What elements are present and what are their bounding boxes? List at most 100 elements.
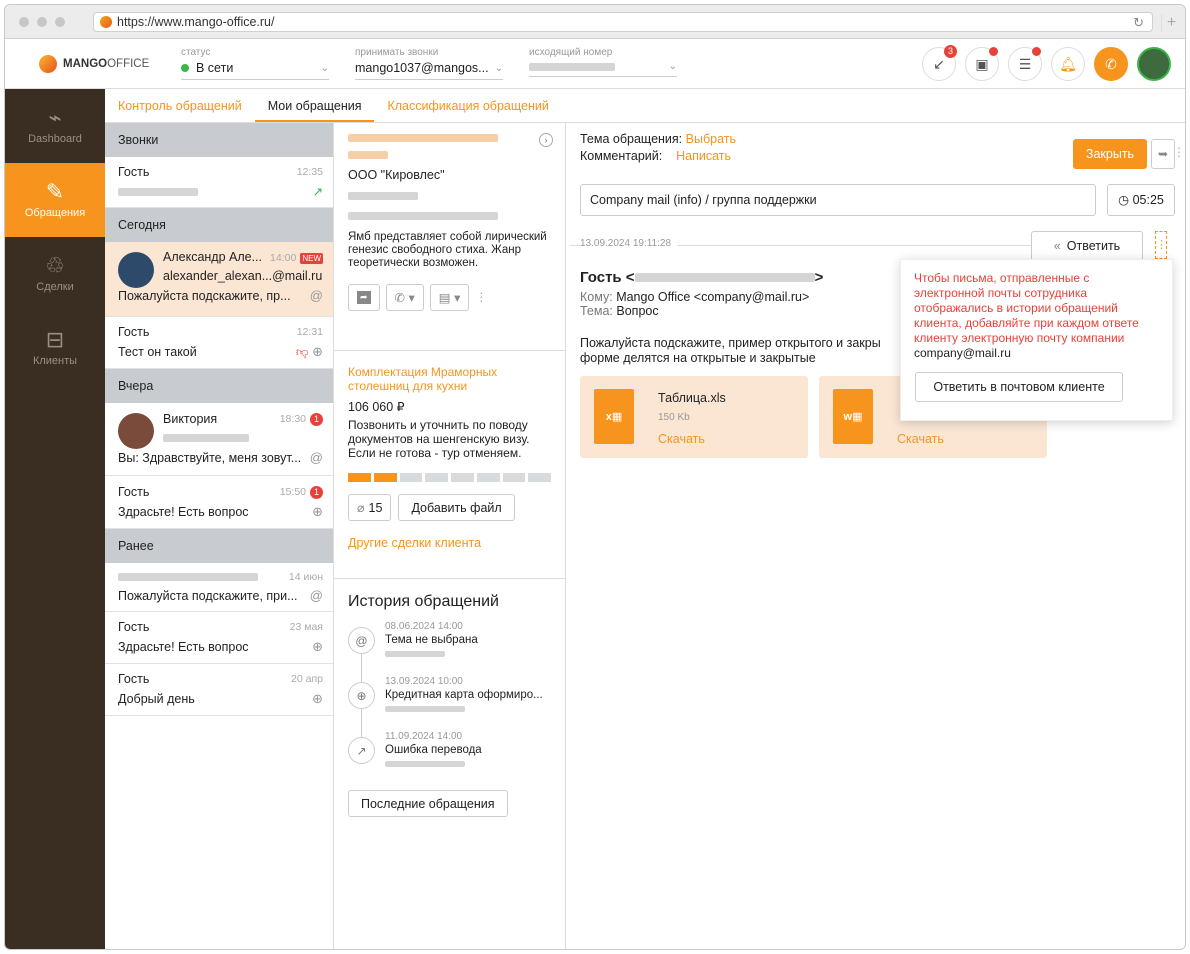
contact-name-blurred[interactable]: [348, 134, 498, 142]
notification-dot: [989, 47, 998, 56]
tooltip-text: Чтобы письма, отправленные с электронной…: [914, 271, 1139, 345]
company-name: ООО "Кировлес": [348, 168, 445, 182]
attachment-card[interactable]: x▦ Таблица.xls 150 Kb Скачать: [580, 376, 808, 458]
contact-description: Ямб представляет собой лирический генези…: [348, 231, 547, 269]
tab-classification[interactable]: Классификация обращений: [374, 89, 561, 122]
progress-step[interactable]: [425, 473, 448, 482]
list-item[interactable]: Гость 20 апр Добрый день ⊕: [105, 664, 333, 716]
more-icon[interactable]: ⋮: [475, 284, 487, 311]
message-more-icon[interactable]: ⋮: [1155, 231, 1167, 259]
timer: ◷ 05:25: [1107, 184, 1175, 216]
forward-button[interactable]: ➥: [1151, 139, 1175, 169]
sidebar-item-clients[interactable]: ⊟ Клиенты: [5, 311, 105, 385]
message-button[interactable]: ▤ ▾: [429, 284, 470, 311]
at-icon: @: [348, 627, 375, 654]
timer-value: 05:25: [1132, 193, 1164, 207]
globe-icon: ⊕: [312, 344, 323, 359]
list-item[interactable]: 14 июн Пожалуйста подскажите, при... @: [105, 563, 333, 612]
address-bar[interactable]: https://www.mango-office.ru/ ↻: [93, 12, 1153, 32]
sidebar-item-requests[interactable]: ✎ Обращения: [5, 163, 105, 237]
comment-write-link[interactable]: Написать: [676, 149, 731, 163]
progress-step[interactable]: [451, 473, 474, 482]
user-avatar[interactable]: [1137, 47, 1171, 81]
progress-step[interactable]: [502, 473, 526, 482]
xls-icon: x▦: [594, 389, 634, 444]
reply-all-icon: «: [1053, 239, 1061, 253]
conversation-detail: Тема обращения: Выбрать Комментарий: Нап…: [566, 123, 1185, 949]
chevron-down-icon: ⌄: [494, 62, 503, 74]
list-item[interactable]: Гость 23 мая Здрасьте! Есть вопрос ⊕: [105, 612, 333, 664]
other-deals-link[interactable]: Другие сделки клиента: [348, 536, 551, 550]
list-item[interactable]: Гость 15:50 1 Здрасьте! Есть вопрос ⊕: [105, 476, 333, 529]
progress-step[interactable]: [373, 473, 397, 482]
chevron-right-icon[interactable]: ›: [539, 133, 553, 147]
reload-icon[interactable]: ↻: [1133, 15, 1144, 31]
phone-blurred: [348, 192, 418, 200]
history-item[interactable]: ↗ 11.09.2024 14:00 Ошибка перевода: [348, 731, 551, 770]
notifications-button[interactable]: 🔔︎: [1051, 47, 1085, 81]
tab-control[interactable]: Контроль обращений: [105, 89, 255, 122]
author-blurred: [385, 761, 465, 767]
list-item[interactable]: Гость 12:35 ↗: [105, 157, 333, 208]
outgoing-number-select[interactable]: исходящий номер ⌄: [529, 47, 677, 77]
item-time: 14:00: [270, 252, 297, 264]
outgoing-call-icon: ↗: [312, 185, 323, 199]
item-name: Гость: [118, 620, 150, 634]
add-file-button[interactable]: Добавить файл: [398, 494, 515, 521]
list-item[interactable]: Гость 12:31 Тест он такой 👎︎ ⊕: [105, 317, 333, 369]
list-item[interactable]: Александр Але... 14:00 NEW alexander_alexa…: [105, 242, 333, 317]
phone-blurred: [118, 187, 198, 196]
history-section: История обращений @ 08.06.2024 14:00 Тема…: [334, 579, 565, 817]
history-item[interactable]: @ 08.06.2024 14:00 Тема не выбрана: [348, 621, 551, 683]
topic-select-link[interactable]: Выбрать: [686, 132, 736, 146]
last-requests-button[interactable]: Последние обращения: [348, 790, 508, 817]
email-blurred: [348, 212, 498, 220]
reply-button[interactable]: « Ответить: [1031, 231, 1143, 261]
conversation-list[interactable]: Звонки Гость 12:35 ↗ Сегодня Александр Ал…: [105, 123, 334, 949]
progress-step[interactable]: [399, 473, 423, 482]
missed-calls-button[interactable]: ↙ 3: [922, 45, 957, 81]
receive-calls-select[interactable]: принимать звонки mango1037@mangos... ⌄: [355, 47, 503, 80]
list-item[interactable]: Виктория 18:30 1 Вы: Здравствуйте, меня зо…: [105, 403, 333, 476]
header-actions: ↙ 3 ▣ ☰ 🔔︎ ✆: [922, 45, 1171, 81]
download-link[interactable]: Скачать: [897, 432, 944, 446]
deal-title[interactable]: Комплектация Мраморных столешниц для кух…: [348, 365, 551, 393]
item-name: Гость: [118, 325, 150, 339]
close-button[interactable]: Закрыть: [1073, 139, 1147, 169]
share-button[interactable]: ➦: [348, 284, 380, 311]
progress-step[interactable]: [528, 473, 551, 482]
topic-label: Тема обращения:: [580, 132, 683, 146]
item-email: alexander_alexan...@mail.ru: [163, 269, 323, 283]
reply-in-mail-client-button[interactable]: Ответить в почтовом клиенте: [915, 372, 1123, 402]
window-controls[interactable]: [19, 17, 65, 27]
item-time: 12:31: [296, 326, 323, 338]
more-icon[interactable]: ⋮: [1173, 145, 1185, 159]
sidebar-item-deals[interactable]: ♲ Сделки: [5, 237, 105, 311]
call-button[interactable]: ✆ ▾: [385, 284, 424, 311]
new-tab-icon[interactable]: +: [1161, 14, 1181, 32]
item-time: 12:35: [296, 166, 323, 178]
phone-button[interactable]: ✆: [1094, 47, 1128, 81]
server-button[interactable]: ☰: [1008, 47, 1042, 81]
status-select[interactable]: статус В сети ⌄: [181, 47, 329, 80]
browser-toolbar: https://www.mango-office.ru/ ↻ +: [5, 5, 1185, 39]
logo-brand: MANGO: [63, 58, 108, 70]
download-link[interactable]: Скачать: [658, 432, 705, 446]
tab-my-requests[interactable]: Мои обращения: [254, 89, 375, 122]
server-icon: ☰: [1018, 55, 1032, 72]
dislike-icon: 👎︎: [295, 345, 309, 359]
sidebar-item-dashboard[interactable]: ⌁ Dashboard: [5, 89, 105, 163]
attachments-button[interactable]: ⌀ 15: [348, 494, 392, 521]
history-title: История обращений: [348, 593, 499, 610]
reply-label: Ответить: [1066, 239, 1121, 253]
deal-progress: [348, 473, 551, 482]
subject-field[interactable]: Company mail (info) / группа поддержки: [580, 184, 1096, 216]
item-text: Тест он такой: [118, 345, 197, 359]
progress-step[interactable]: [476, 473, 500, 482]
client-panel: › ООО "Кировлес" Ямб представляет собой …: [334, 123, 566, 949]
share-icon: ➦: [357, 291, 371, 304]
progress-step[interactable]: [348, 473, 371, 482]
tasks-button[interactable]: ▣: [965, 47, 999, 81]
history-item[interactable]: ⊕ 13.09.2024 10:00 Кредитная карта оформи…: [348, 676, 551, 738]
clock-icon: ◷: [1118, 193, 1130, 207]
